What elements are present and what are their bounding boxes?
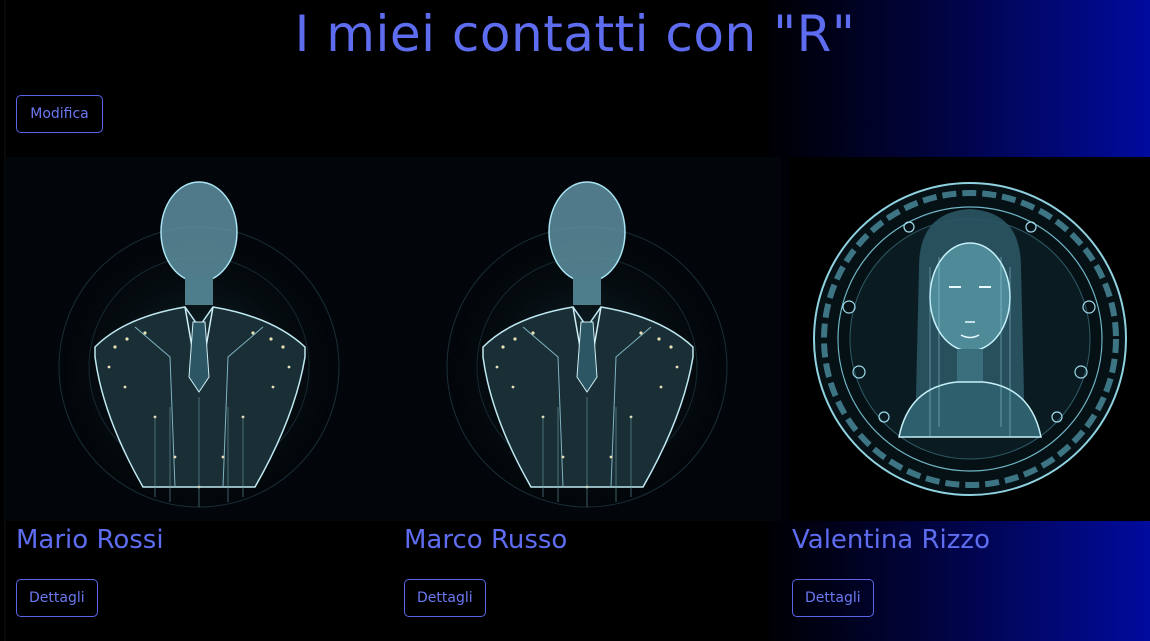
page-title: I miei contatti con "R" [294, 5, 856, 63]
details-button[interactable]: Dettagli [404, 579, 486, 617]
contact-avatar [5, 157, 393, 521]
contact-name: Marco Russo [404, 525, 568, 555]
contact-name: Mario Rossi [16, 525, 164, 555]
contact-avatar [393, 157, 781, 521]
details-button[interactable]: Dettagli [16, 579, 98, 617]
male-digital-avatar-icon [5, 157, 393, 521]
edit-button[interactable]: Modifica [16, 95, 103, 133]
details-button[interactable]: Dettagli [792, 579, 874, 617]
contact-card: Marco Russo Dettagli [393, 157, 781, 641]
contact-avatar [789, 157, 1150, 521]
contact-card: Mario Rossi Dettagli [5, 157, 393, 641]
contact-name: Valentina Rizzo [792, 525, 990, 555]
contact-card: Valentina Rizzo Dettagli [781, 157, 1150, 641]
female-digital-avatar-icon [789, 157, 1150, 521]
male-digital-avatar-icon [393, 157, 781, 521]
